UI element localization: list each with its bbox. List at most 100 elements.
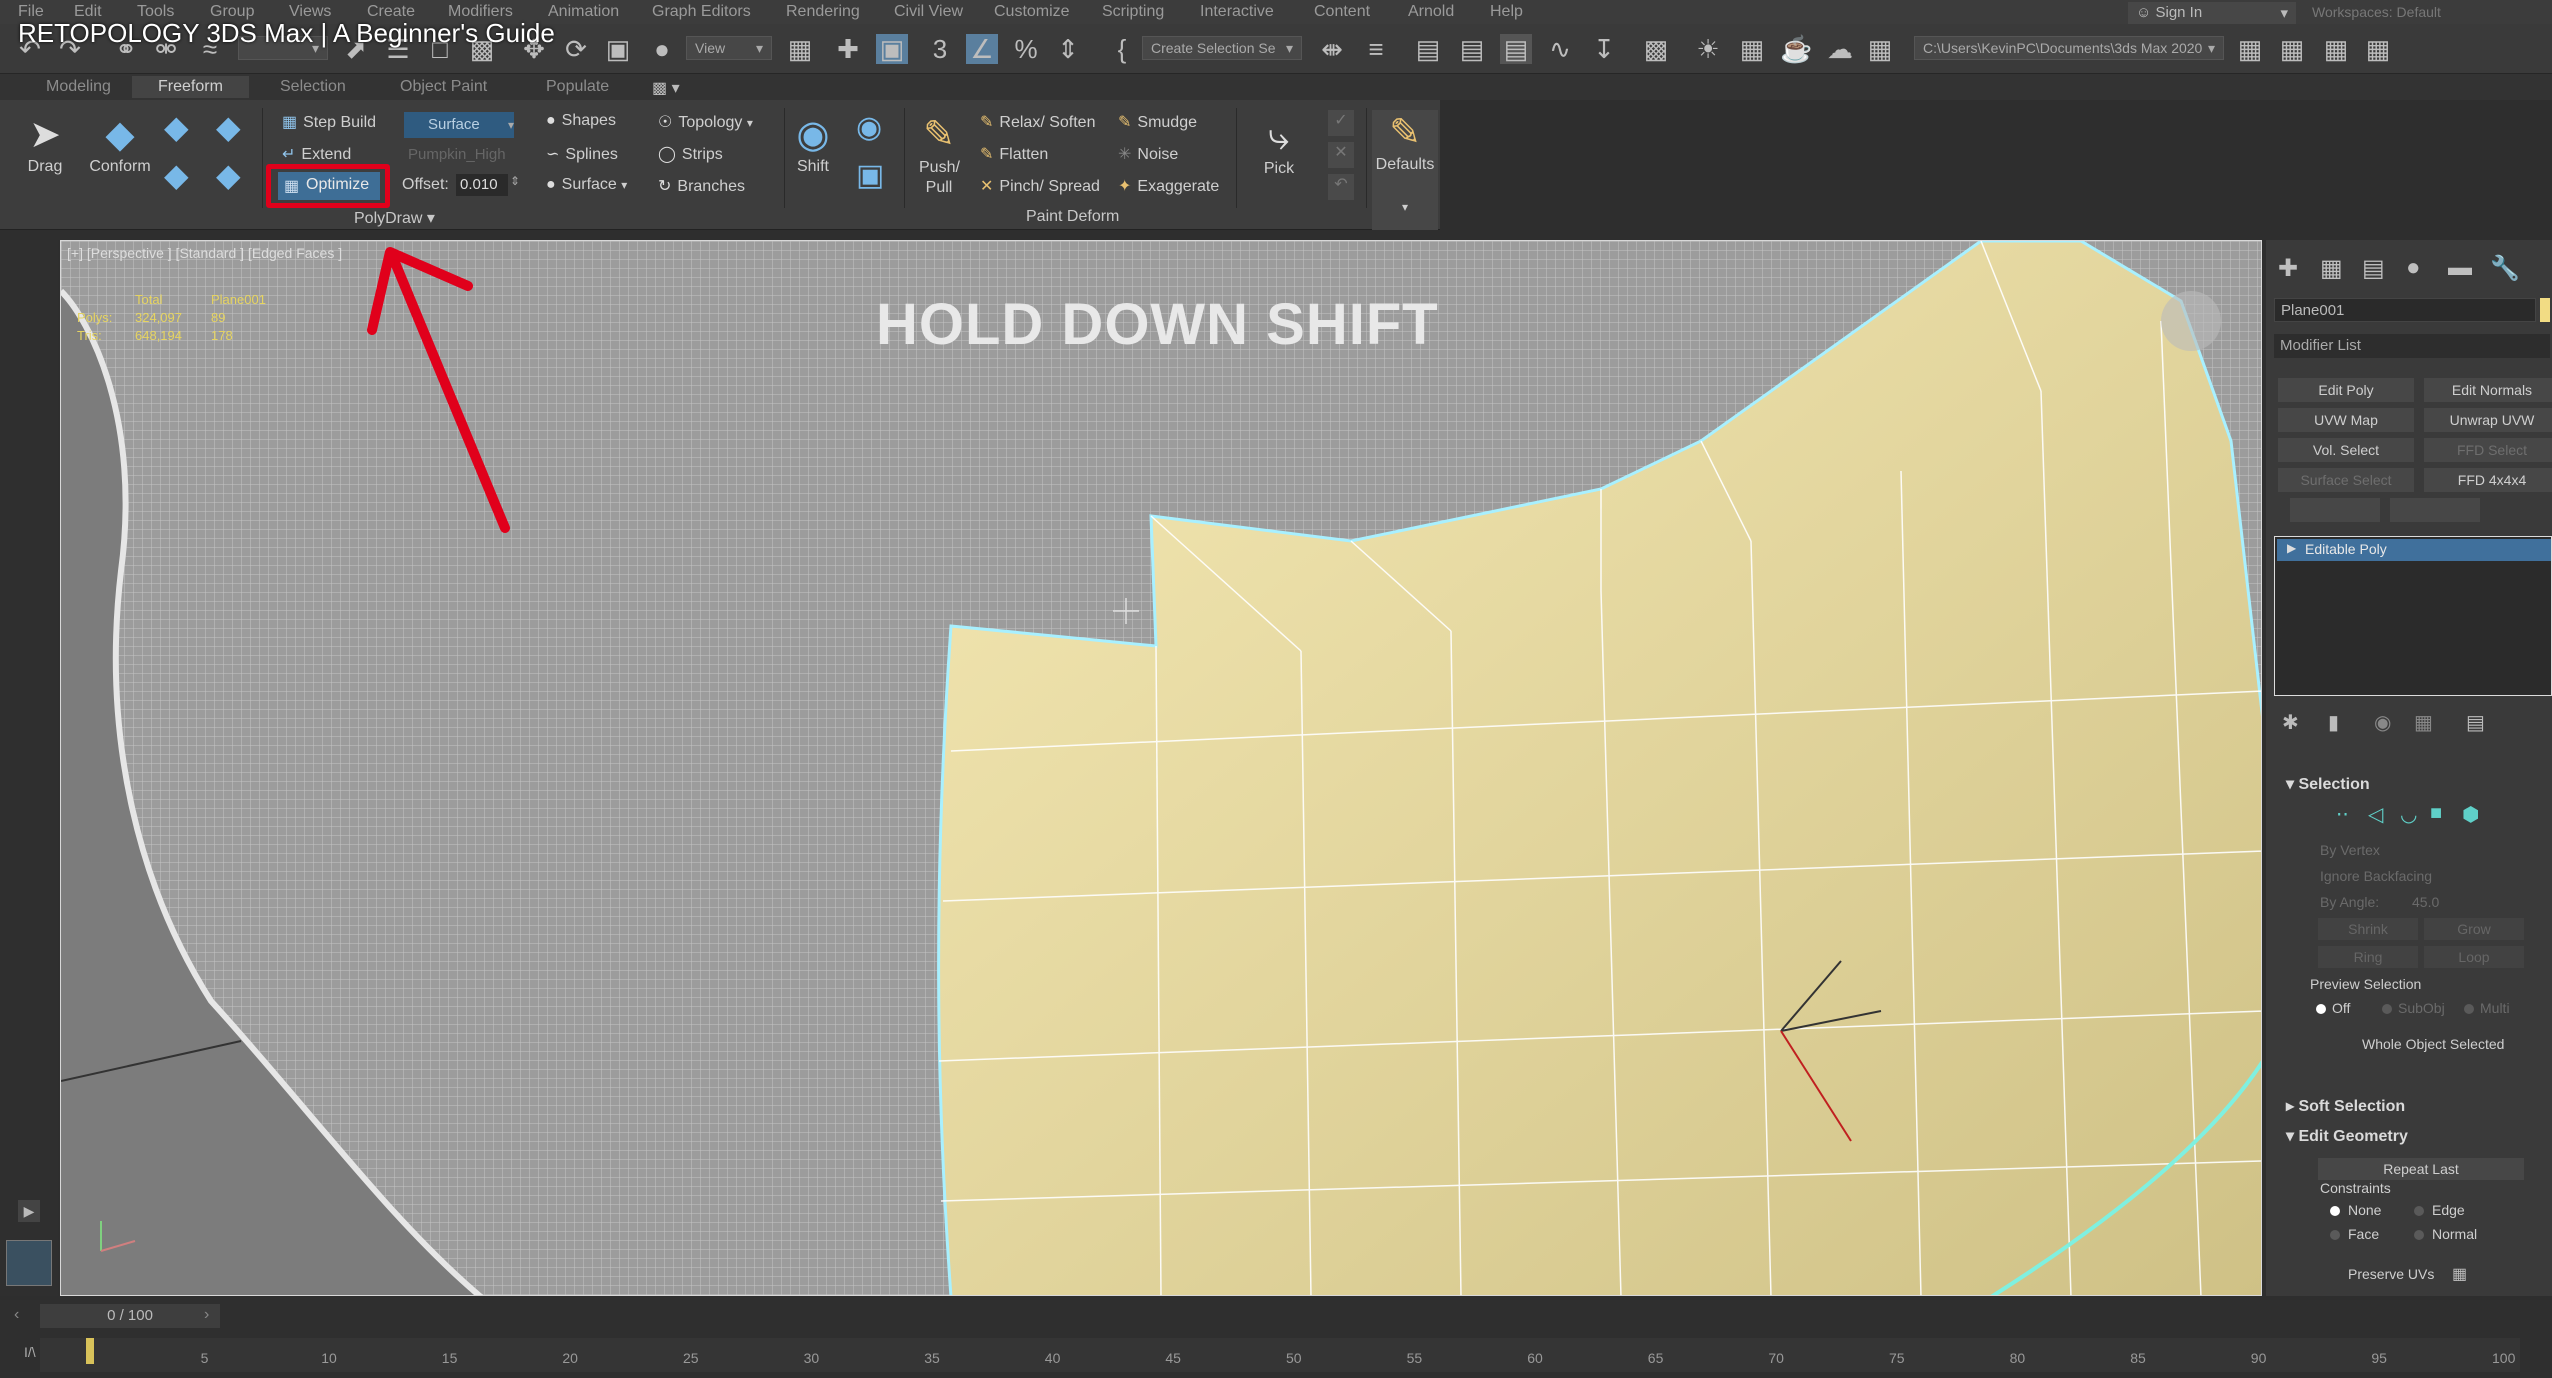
uvw-map-button[interactable]: UVW Map [2278, 408, 2414, 432]
make-unique-icon[interactable]: ◉ [2374, 710, 2391, 735]
a360-icon[interactable]: ▦ [1864, 34, 1896, 64]
vol-select-button[interactable]: Vol. Select [2278, 438, 2414, 462]
ring-button[interactable]: Ring [2318, 946, 2418, 968]
chevron-right-icon[interactable]: › [204, 1306, 209, 1324]
menu-content[interactable]: Content [1314, 3, 1370, 21]
ignore-backfacing-checkbox[interactable]: Ignore Backfacing [2320, 868, 2432, 884]
mirror-icon[interactable]: ⇼ [1316, 34, 1348, 64]
loop-button[interactable]: Loop [2424, 946, 2524, 968]
remove-modifier-icon[interactable]: ▦ [2414, 710, 2433, 735]
percent-snap-icon[interactable]: % [1010, 34, 1042, 64]
close-icon[interactable]: ✕ [1328, 142, 1354, 168]
object-color-swatch[interactable] [2540, 298, 2550, 322]
layout-icon[interactable]: ▦ [2362, 34, 2394, 64]
undo-small-icon[interactable]: ↶ [1328, 174, 1354, 200]
curve-editor-icon[interactable]: ∿ [1544, 34, 1576, 64]
conform-relax-icon[interactable]: ◆ [164, 156, 189, 194]
drag-button[interactable]: ➤ Drag [22, 112, 68, 176]
extend-button[interactable]: ↵ Extend [282, 144, 351, 164]
border-mode-icon[interactable]: ◡ [2400, 802, 2417, 827]
element-mode-icon[interactable]: ⬢ [2462, 802, 2479, 827]
modify-tab-icon[interactable]: ▦ [2320, 254, 2343, 283]
shrink-button[interactable]: Shrink [2318, 918, 2418, 940]
splines-button[interactable]: ∽ Splines [546, 144, 618, 164]
menu-interactive[interactable]: Interactive [1200, 3, 1274, 21]
polygon-mode-icon[interactable]: ■ [2430, 802, 2442, 825]
time-slider[interactable]: 0 / 100 [40, 1304, 220, 1328]
render-cloud-icon[interactable]: ☁ [1824, 34, 1856, 64]
render-icon[interactable]: ☕ [1780, 34, 1812, 64]
scale-icon[interactable]: ▣ [602, 34, 634, 64]
reference-coordinate-dropdown[interactable]: View ▾ [686, 36, 772, 60]
constraint-normal-radio[interactable] [2414, 1230, 2424, 1240]
workspaces-label[interactable]: Workspaces: Default [2312, 4, 2441, 20]
save-scene-icon[interactable]: ▦ [2320, 34, 2352, 64]
pick-button[interactable]: ⤷ Pick [1254, 114, 1304, 178]
schematic-view-icon[interactable]: ↧ [1588, 34, 1620, 64]
noise-button[interactable]: ✳ Noise [1118, 144, 1178, 164]
stack-item-editable-poly[interactable]: Editable Poly [2277, 539, 2551, 561]
conform-push-icon[interactable]: ◆ [216, 108, 241, 146]
sign-in-dropdown[interactable]: ☺ Sign In ▾ [2128, 2, 2296, 24]
project-path-dropdown[interactable]: C:\Users\KevinPC\Documents\3ds Max 2020 ▾ [1914, 36, 2224, 60]
preview-subobj-radio[interactable] [2382, 1004, 2392, 1014]
edit-named-selection-icon[interactable]: { [1106, 34, 1138, 64]
shift-button[interactable]: ◉ Shift [790, 112, 836, 176]
object-name-field[interactable]: Plane001 [2274, 298, 2536, 322]
open-scene-icon[interactable]: ▦ [2276, 34, 2308, 64]
snap-3d-icon[interactable]: 3 [924, 34, 956, 64]
unwrap-uvw-button[interactable]: Unwrap UVW [2424, 408, 2552, 432]
scene-explorer-icon[interactable]: ▤ [1412, 34, 1444, 64]
pinch-spread-button[interactable]: ✕ Pinch/ Spread [980, 176, 1100, 196]
preserve-uvs-checkbox[interactable]: Preserve UVs [2348, 1266, 2434, 1282]
ribbon-options-icon[interactable]: ▩ ▾ [652, 78, 680, 98]
soft-selection-rollout-title[interactable]: ▸ Soft Selection [2286, 1096, 2405, 1116]
rotate-icon[interactable]: ⟳ [560, 34, 592, 64]
preview-off-radio[interactable] [2316, 1004, 2326, 1014]
offset-spinner[interactable]: 0.010 [456, 174, 508, 196]
hierarchy-tab-icon[interactable]: ▤ [2362, 254, 2385, 283]
edit-poly-button[interactable]: Edit Poly [2278, 378, 2414, 402]
pin-stack-icon[interactable]: ✱ [2282, 710, 2299, 735]
check-icon[interactable]: ✓ [1328, 110, 1354, 136]
push-pull-button[interactable]: ✎ Push/ Pull [910, 112, 968, 198]
by-angle-checkbox[interactable]: By Angle: [2320, 894, 2379, 910]
angle-snap-icon[interactable]: ∠ [966, 34, 998, 64]
expand-triangle-icon[interactable]: ▶ [2287, 541, 2296, 555]
ribbon-toggle-icon[interactable]: ▤ [1500, 34, 1532, 64]
menu-customize[interactable]: Customize [994, 3, 1070, 21]
by-vertex-checkbox[interactable]: By Vertex [2320, 842, 2380, 858]
ffd-select-button[interactable]: FFD Select [2424, 438, 2552, 462]
spinner-arrows-icon[interactable]: ⇕ [510, 174, 520, 188]
tab-selection[interactable]: Selection [280, 78, 346, 96]
constraint-none-radio[interactable] [2330, 1206, 2340, 1216]
modifier-list-dropdown[interactable]: Modifier List [2274, 334, 2550, 358]
smudge-button[interactable]: ✎ Smudge [1118, 112, 1197, 132]
project-folder-icon[interactable]: ▦ [2234, 34, 2266, 64]
exaggerate-button[interactable]: ✦ Exaggerate [1118, 176, 1219, 196]
menu-scripting[interactable]: Scripting [1102, 3, 1164, 21]
chevron-left-icon[interactable]: ‹ [14, 1306, 19, 1324]
place-icon[interactable]: ● [646, 34, 678, 64]
render-setup-icon[interactable]: ☀ [1692, 34, 1724, 64]
utilities-tab-icon[interactable]: 🔧 [2490, 254, 2520, 283]
relax-soften-button[interactable]: ✎ Relax/ Soften [980, 112, 1095, 132]
tab-populate[interactable]: Populate [546, 78, 609, 96]
repeat-last-button[interactable]: Repeat Last [2318, 1158, 2524, 1180]
conform-move-icon[interactable]: ◆ [164, 108, 189, 146]
tab-freeform[interactable]: Freeform [132, 76, 249, 98]
named-selection-dropdown[interactable]: Create Selection Se ▾ [1142, 36, 1302, 60]
polydraw-panel-label[interactable]: PolyDraw ▾ [354, 208, 435, 228]
select-manipulate-icon[interactable]: ✚ [832, 34, 864, 64]
menu-help[interactable]: Help [1490, 3, 1523, 21]
menu-graph-editors[interactable]: Graph Editors [652, 3, 751, 21]
motion-tab-icon[interactable]: ● [2406, 254, 2421, 282]
edit-normals-button[interactable]: Edit Normals [2424, 378, 2552, 402]
menu-civil-view[interactable]: Civil View [894, 3, 963, 21]
menu-arnold[interactable]: Arnold [1408, 3, 1454, 21]
track-bar-icon[interactable]: I/\ [24, 1344, 36, 1360]
viewcube-mini-icon[interactable] [6, 1240, 52, 1286]
tab-object-paint[interactable]: Object Paint [400, 78, 487, 96]
configure-modifier-sets-icon[interactable]: ▤ [2466, 710, 2485, 735]
pivot-center-icon[interactable]: ▦ [784, 34, 816, 64]
